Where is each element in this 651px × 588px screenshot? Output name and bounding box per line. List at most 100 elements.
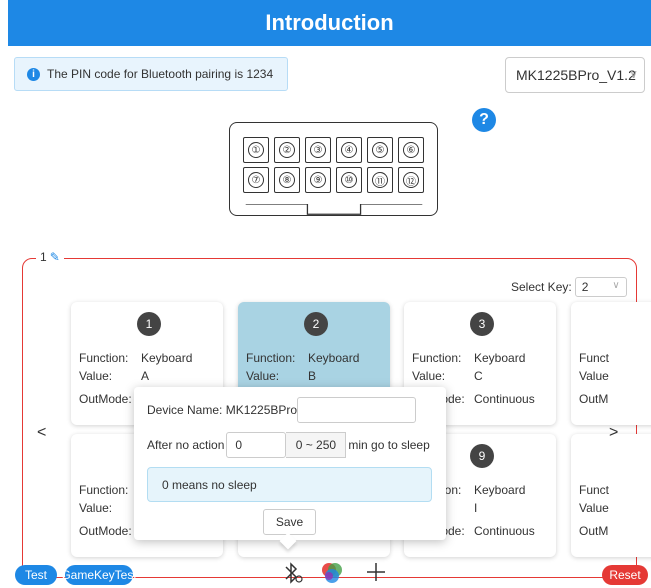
key-card-row: Value: C [412, 369, 483, 383]
device-key-cell: ⑦ [243, 167, 269, 193]
save-button[interactable]: Save [263, 509, 316, 535]
key-card-field-label: Value [579, 501, 609, 515]
select-key-dropdown[interactable]: 2 ∨ [574, 277, 627, 297]
key-card[interactable]: Funct Value OutM [571, 302, 651, 425]
device-key-number: ① [248, 142, 264, 158]
device-key-cell: ⑫ [398, 167, 424, 193]
reset-button[interactable]: Reset [602, 565, 648, 585]
key-card-field-value: I [474, 501, 478, 515]
help-glyph: ? [479, 111, 489, 128]
key-group-number: 1 [40, 250, 47, 264]
pin-info-text: The PIN code for Bluetooth pairing is 12… [47, 67, 274, 81]
sleep-range-addon: 0 ~ 250 [286, 432, 347, 458]
sleep-range-text: 0 ~ 250 [295, 438, 337, 452]
key-card-field-label: Function: [246, 351, 296, 365]
select-key: Select Key: 2 ∨ [511, 277, 627, 297]
key-card-row: Value [579, 501, 641, 515]
no-sleep-note-text: 0 means no sleep [162, 477, 257, 492]
help-icon[interactable]: ? [472, 108, 496, 132]
device-settings-popup: Device Name: MK1225BPro After no action … [134, 387, 446, 550]
key-card-field-label: OutMode: [79, 524, 132, 538]
page-title: Introduction [265, 10, 394, 35]
key-card-field-label: Funct [579, 483, 610, 497]
sleep-prefix-label: After no action [147, 438, 225, 452]
key-card-field-label: Value [579, 369, 609, 383]
device-key-number: ⑪ [372, 172, 388, 188]
version-select[interactable]: MK1225BPro_V1.2 ∨ [505, 57, 645, 93]
device-key-cell: ⑤ [367, 137, 393, 163]
device-outline-tab [245, 204, 423, 215]
key-card-row: Function: Keyboard [412, 351, 525, 365]
key-card-row: Function: Keyboard [246, 351, 359, 365]
gamekeytest-button[interactable]: GameKeyTest [61, 565, 137, 585]
device-name-label: Device Name: MK1225BPro [147, 403, 298, 417]
key-card-row: Value: B [246, 369, 316, 383]
device-key-number: ② [279, 142, 295, 158]
key-card-row: OutMode: [79, 524, 141, 538]
key-card-field-value: Keyboard [474, 351, 526, 365]
key-card-field-value: Continuous [474, 392, 535, 406]
device-key-cell: ⑥ [398, 137, 424, 163]
key-number-badge: 3 [470, 312, 494, 336]
select-key-label: Select Key: [511, 280, 572, 294]
key-number-badge: 1 [137, 312, 161, 336]
key-card-row: Funct [579, 351, 641, 365]
key-card-field-value: Continuous [474, 524, 535, 538]
key-number-badge: 9 [470, 444, 494, 468]
key-card-row: Value [579, 369, 641, 383]
key-card-row: Value: [79, 501, 141, 515]
device-key-number: ⑫ [403, 172, 419, 188]
device-key-cell: ③ [305, 137, 331, 163]
key-card-field-label: Function: [412, 351, 462, 365]
key-card-row: OutM [579, 524, 641, 538]
key-card-field-label: OutMode: [79, 392, 132, 406]
sleep-row: After no action 0 0 ~ 250 min go to slee… [147, 432, 430, 458]
key-card-field-label: Function: [79, 351, 129, 365]
device-key-cell: ④ [336, 137, 362, 163]
key-number-badge: 2 [304, 312, 328, 336]
page: Introduction i The PIN code for Bluetoot… [0, 0, 651, 588]
key-card[interactable]: Funct Value OutM [571, 434, 651, 557]
key-card-field-label: Funct [579, 351, 610, 365]
plus-icon[interactable] [366, 562, 386, 582]
next-arrow-icon[interactable]: > [609, 424, 618, 442]
chevron-down-icon: ∨ [612, 280, 620, 291]
key-card-field-value: A [141, 369, 150, 383]
key-card-row: Function: Keyboard [79, 351, 192, 365]
key-card-field-label: Value: [79, 369, 113, 383]
device-key-number: ③ [310, 142, 326, 158]
bluetooth-settings-icon[interactable] [282, 561, 304, 585]
device-name-input[interactable] [297, 397, 417, 423]
key-card-row: Funct [579, 483, 641, 497]
device-key-cell: ② [274, 137, 300, 163]
key-card-field-value: Keyboard [474, 483, 526, 497]
key-card-row: Function: [79, 483, 141, 497]
key-card-field-label: Value: [246, 369, 280, 383]
info-icon: i [27, 67, 40, 81]
select-key-value: 2 [581, 280, 589, 294]
sleep-time-input[interactable]: 0 [226, 432, 287, 458]
key-card-field-value: B [308, 369, 317, 383]
key-card-field-label: Value: [412, 369, 446, 383]
device-key-number: ⑨ [310, 172, 326, 188]
device-key-number: ④ [341, 142, 357, 158]
color-wheel-icon[interactable] [320, 561, 344, 585]
key-card-row: Value: A [79, 369, 149, 383]
test-button[interactable]: Test [15, 565, 57, 585]
key-card-field-label: Function: [79, 483, 129, 497]
device-key-number: ⑩ [341, 172, 357, 188]
version-select-value: MK1225BPro_V1.2 [516, 67, 636, 83]
key-card-field-label: Value: [79, 501, 113, 515]
device-key-cell: ⑨ [305, 167, 331, 193]
device-key-cell: ① [243, 137, 269, 163]
prev-arrow-icon[interactable]: < [37, 424, 46, 442]
device-key-number: ⑦ [248, 172, 264, 188]
key-card-field-value: Keyboard [141, 351, 193, 365]
key-card-row: OutMode: [79, 392, 141, 406]
sleep-suffix-label: min go to sleep [348, 438, 430, 452]
device-key-number: ⑤ [372, 142, 388, 158]
device-key-number: ⑧ [279, 172, 295, 188]
key-card-row: OutM [579, 392, 641, 406]
pencil-icon[interactable]: ✎ [50, 250, 60, 264]
device-key-number: ⑥ [403, 142, 419, 158]
